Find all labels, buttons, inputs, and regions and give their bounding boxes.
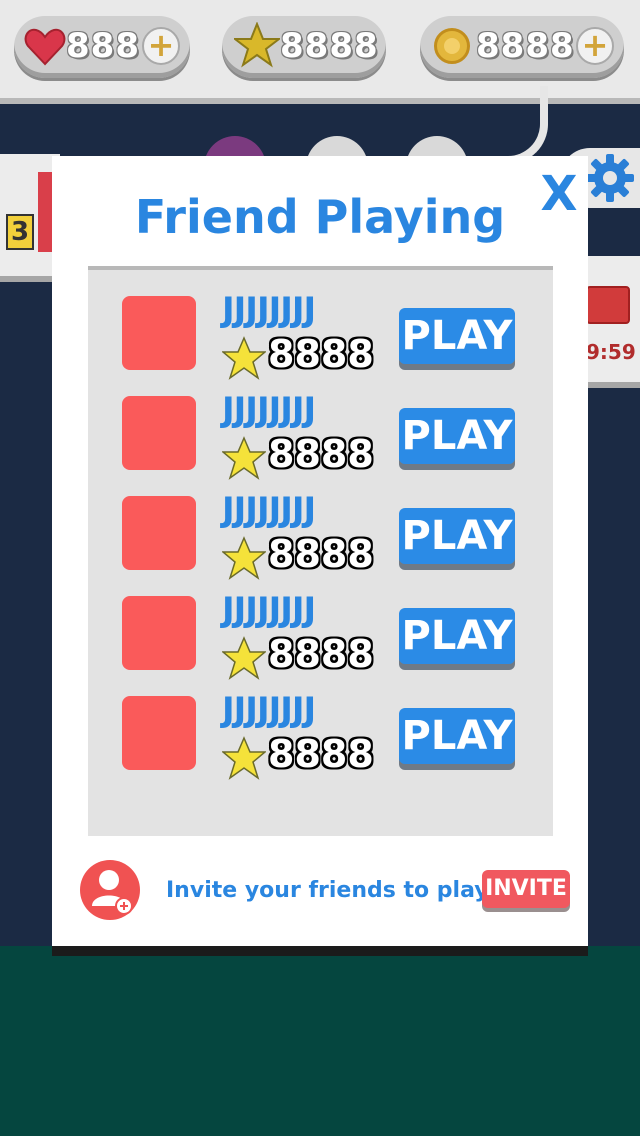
- list-item: JJJJJJJJ 8888 PLAY: [88, 670, 553, 780]
- list-item: JJJJJJJJ 8888 PLAY: [88, 470, 553, 580]
- star-icon: [222, 736, 266, 780]
- friend-score: 8888: [268, 732, 374, 776]
- background-ground: [0, 946, 640, 1136]
- add-user-icon: [92, 870, 133, 915]
- friend-name: JJJJJJJJ: [222, 590, 316, 630]
- coins-value: 8888: [476, 26, 575, 66]
- coin-icon: [434, 28, 470, 64]
- add-coins-button[interactable]: +: [576, 27, 614, 65]
- background-timer: 9:59: [586, 340, 636, 364]
- coins-counter[interactable]: 8888 +: [420, 16, 624, 78]
- close-button[interactable]: X: [534, 166, 584, 222]
- invite-button[interactable]: INVITE: [482, 870, 570, 908]
- lives-counter[interactable]: 888 +: [14, 16, 190, 78]
- background-level-number: 3: [6, 214, 34, 250]
- list-item: JJJJJJJJ 8888 PLAY: [88, 570, 553, 680]
- play-button[interactable]: PLAY: [399, 508, 515, 564]
- heart-icon: [24, 28, 66, 66]
- friend-avatar: [122, 396, 196, 470]
- friend-name: JJJJJJJJ: [222, 390, 316, 430]
- treasure-chest-icon: [586, 286, 630, 324]
- star-icon: [234, 22, 280, 68]
- friend-name: JJJJJJJJ: [222, 690, 316, 730]
- play-button[interactable]: PLAY: [399, 608, 515, 664]
- list-item: JJJJJJJJ 8888 PLAY: [88, 370, 553, 480]
- friend-avatar: [122, 596, 196, 670]
- friend-name: JJJJJJJJ: [222, 490, 316, 530]
- stars-value: 8888: [280, 26, 379, 66]
- list-item: JJJJJJJJ 8888 PLAY: [88, 270, 553, 380]
- friend-avatar: [122, 296, 196, 370]
- lives-value: 888: [66, 26, 140, 66]
- dialog-title: Friend Playing: [134, 190, 506, 244]
- friend-name: JJJJJJJJ: [222, 290, 316, 330]
- invite-avatar: [80, 860, 140, 920]
- stars-counter: 8888: [222, 16, 386, 78]
- invite-prompt: Invite your friends to play!: [166, 878, 499, 903]
- friend-playing-dialog: Friend Playing X JJJJJJJJ 8888 PLAY JJJJ…: [52, 156, 588, 946]
- friend-avatar: [122, 696, 196, 770]
- add-lives-button[interactable]: +: [142, 27, 180, 65]
- play-button[interactable]: PLAY: [399, 308, 515, 364]
- play-button[interactable]: PLAY: [399, 408, 515, 464]
- friend-avatar: [122, 496, 196, 570]
- friends-list: JJJJJJJJ 8888 PLAY JJJJJJJJ 8888 PLAY JJ…: [88, 266, 553, 836]
- gear-icon: [586, 154, 634, 202]
- play-button[interactable]: PLAY: [399, 708, 515, 764]
